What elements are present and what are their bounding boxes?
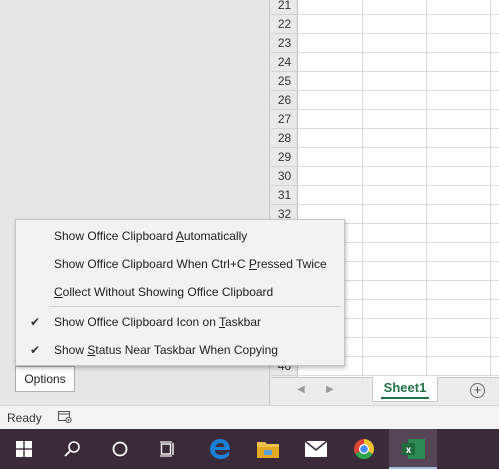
windows-taskbar: x <box>0 429 499 469</box>
row-header[interactable]: 21 <box>271 0 298 15</box>
scroll-tabs-right-icon[interactable]: ▶ <box>326 384 334 395</box>
edge-icon[interactable] <box>196 429 244 469</box>
start-icon[interactable] <box>0 429 48 469</box>
row-header[interactable]: 27 <box>271 110 298 129</box>
grid-row-line <box>299 109 499 110</box>
clipboard-options-menu: Show Office Clipboard Automatically Show… <box>15 219 345 366</box>
grid-column-line <box>362 0 363 377</box>
status-bar: Ready <box>0 405 499 429</box>
grid-column-line <box>490 0 491 377</box>
grid-row-line <box>299 204 499 205</box>
row-header[interactable]: 26 <box>271 91 298 110</box>
menu-item-collect-without-showing[interactable]: Collect Without Showing Office Clipboard <box>16 278 344 306</box>
add-sheet-icon[interactable]: + <box>470 383 485 398</box>
row-header[interactable]: 22 <box>271 15 298 34</box>
grid-row-line <box>299 375 499 376</box>
row-header[interactable]: 25 <box>271 72 298 91</box>
menu-check-icon: ✔ <box>30 343 41 357</box>
scroll-tabs-left-icon[interactable]: ◀ <box>297 384 305 395</box>
row-header[interactable]: 28 <box>271 129 298 148</box>
grid-row-line <box>299 33 499 34</box>
menu-item-show-automatically[interactable]: Show Office Clipboard Automatically <box>16 222 344 250</box>
grid-row-line <box>299 166 499 167</box>
menu-item-show-ctrl-c-twice[interactable]: Show Office Clipboard When Ctrl+C Presse… <box>16 250 344 278</box>
menu-item-icon-on-taskbar[interactable]: ✔ Show Office Clipboard Icon on Taskbar <box>16 308 344 336</box>
task-view-icon[interactable] <box>144 429 192 469</box>
grid-row-line <box>299 185 499 186</box>
sheet-tab-bar: ◀ ▶ Sheet1 + <box>271 377 499 405</box>
chrome-icon[interactable] <box>340 429 388 469</box>
grid-row-line <box>299 147 499 148</box>
grid-row-line <box>299 52 499 53</box>
excel-icon[interactable]: x <box>389 429 437 469</box>
tab-sheet1[interactable]: Sheet1 <box>372 377 438 402</box>
menu-check-icon: ✔ <box>30 315 41 329</box>
svg-text:x: x <box>406 445 412 456</box>
row-header[interactable]: 31 <box>271 186 298 205</box>
grid-column-line <box>426 0 427 377</box>
mail-icon[interactable] <box>292 429 340 469</box>
menu-item-status-near-taskbar[interactable]: ✔ Show Status Near Taskbar When Copying <box>16 336 344 364</box>
file-explorer-icon[interactable] <box>244 429 292 469</box>
row-header[interactable]: 23 <box>271 34 298 53</box>
grid-row-line <box>299 90 499 91</box>
grid-row-line <box>299 128 499 129</box>
menu-separator <box>49 306 341 307</box>
row-header[interactable]: 30 <box>271 167 298 186</box>
grid-row-line <box>299 71 499 72</box>
row-header[interactable]: 29 <box>271 148 298 167</box>
search-icon[interactable] <box>48 429 96 469</box>
options-button[interactable]: Options <box>15 366 75 392</box>
grid-row-line <box>299 14 499 15</box>
cortana-icon[interactable] <box>96 429 144 469</box>
status-ready: Ready <box>7 411 42 425</box>
macro-recording-icon[interactable] <box>58 411 72 423</box>
row-header[interactable]: 24 <box>271 53 298 72</box>
